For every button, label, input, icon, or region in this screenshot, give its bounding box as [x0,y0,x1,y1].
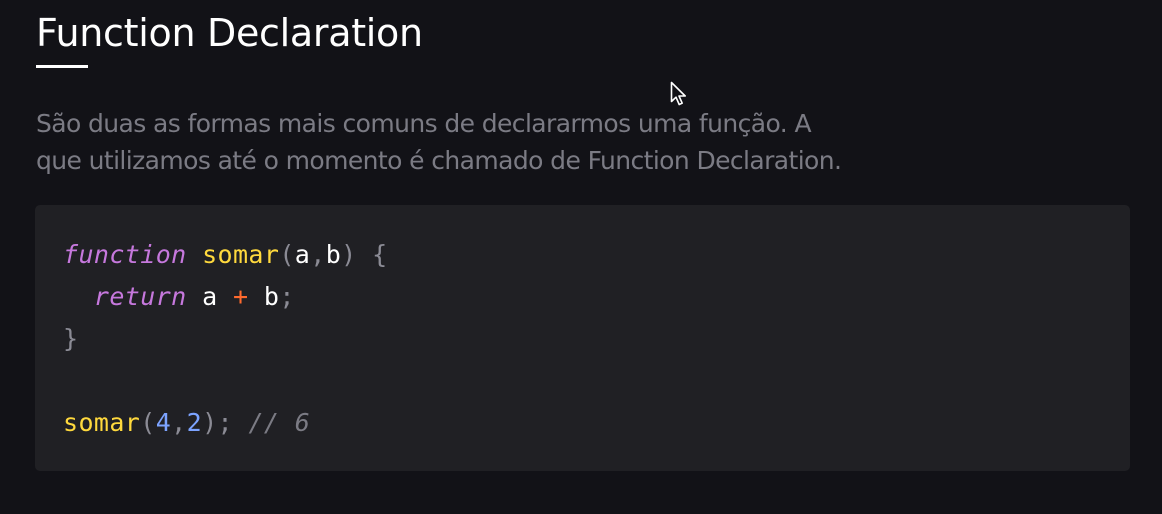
call-arg-1: 4 [155,408,172,437]
param-a: a [294,240,311,269]
call-arg-2: 2 [186,408,203,437]
code-line-3: } [63,318,388,360]
section-title: Function Declaration [36,11,423,55]
open-paren: ( [279,240,295,269]
return-var-b: b [263,282,280,311]
keyword-return: return [93,282,187,311]
code-content: function somar(a,b) { return a + b;} som… [63,234,388,444]
param-b: b [325,240,342,269]
call-close-paren: ) [202,408,218,437]
plus-operator: + [232,282,249,311]
brace-close: } [63,324,79,353]
function-name: somar [202,240,280,269]
param-comma: , [310,240,326,269]
intro-line-2: que utilizamos até o momento é chamado d… [36,146,842,175]
code-line-2: return a + b; [63,276,388,318]
call-comma: , [171,408,187,437]
code-block: function somar(a,b) { return a + b;} som… [35,205,1130,471]
mouse-pointer-icon [670,81,688,107]
close-paren: ) [341,240,357,269]
code-line-1: function somar(a,b) { [63,234,388,276]
keyword-function: function [63,240,187,269]
intro-paragraph: São duas as formas mais comuns de declar… [36,105,842,179]
intro-line-1: São duas as formas mais comuns de declar… [36,109,812,138]
code-line-5: somar(4,2); // 6 [63,402,388,444]
code-line-4-empty [63,360,388,402]
call-function-name: somar [63,408,141,437]
brace-open: { [372,240,388,269]
return-var-a: a [202,282,218,311]
code-comment: // 6 [248,408,311,437]
title-underline [36,65,88,68]
call-open-paren: ( [140,408,156,437]
return-semicolon: ; [279,282,295,311]
call-semicolon: ; [217,408,233,437]
